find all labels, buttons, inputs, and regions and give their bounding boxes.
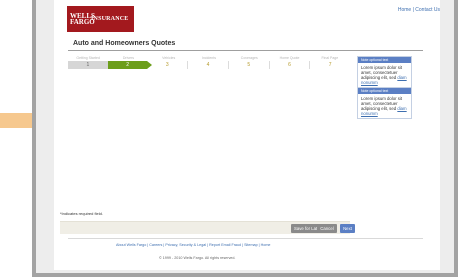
frame-border-left [32,0,36,277]
logo-wordmark: WELLS FARGO [67,13,95,26]
step-5-coverages: 5 [229,61,270,69]
wells-fargo-logo[interactable]: WELLS FARGO INSURANCE [67,6,134,32]
title-divider [68,50,423,51]
top-links: Home | Contact Us [398,7,440,13]
note-box-text: Lorem ipsum dolor sit amet, consectetuer… [361,65,403,80]
top-links-separator: | [412,7,414,13]
page-content: WELLS FARGO INSURANCE Home | Contact Us … [54,0,440,270]
note-box-text: Lorem ipsum dolor sit amet, consectetuer… [361,96,403,111]
frame-border-right [454,0,458,277]
step-1-getting-started[interactable]: 1 [68,61,108,69]
required-field-note: *Indicates required field. [60,211,103,216]
footer-divider [68,238,423,239]
step-6-home-quote: 6 [270,61,311,69]
frame-border-bottom [32,273,458,277]
footer-links[interactable]: About Wells Fargo | Careers | Privacy, S… [116,243,270,247]
step-3-vehicles: 3 [147,61,189,69]
logo-line2: FARGO [70,18,95,26]
contact-us-link[interactable]: Contact Us [415,7,440,13]
logo-insurance-text: INSURANCE [91,16,129,22]
note-box-2: Note optional text Lorem ipsum dolor sit… [357,87,412,119]
cancel-button[interactable]: Cancel [317,224,337,233]
next-button[interactable]: Next [340,224,355,233]
note-box-1: Note optional text Lorem ipsum dolor sit… [357,56,412,88]
home-link[interactable]: Home [398,7,411,13]
note-box-body: Lorem ipsum dolor sit amet, consectetuer… [358,94,411,118]
step-7-final-page: 7 [328,62,332,68]
side-tab [0,113,32,128]
step-4-incidents: 4 [188,61,229,69]
step-2-drivers-current: 2 [107,61,153,69]
note-box-body: Lorem ipsum dolor sit amet, consectetuer… [358,63,411,87]
form-button-bar: Save for Later Cancel Next [60,221,355,234]
copyright: © 1999 - 2010 Wells Fargo. All rights re… [159,256,236,260]
progress-steps: 1 2 3 4 5 6 7 [68,61,350,69]
page-title: Auto and Homeowners Quotes [73,40,176,47]
